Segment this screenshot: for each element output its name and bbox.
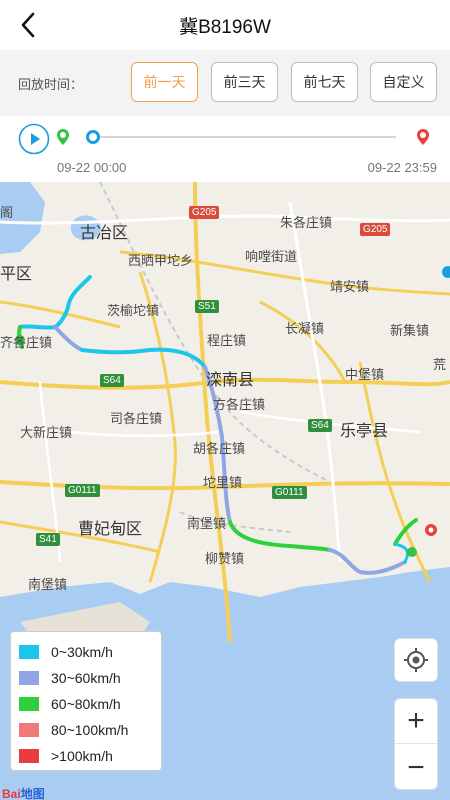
locate-button[interactable]	[394, 638, 438, 682]
place-label: 大新庄镇	[20, 425, 73, 440]
place-label: 南堡镇	[187, 516, 227, 531]
logo-suffix: 地图	[20, 787, 45, 800]
road-shield: S51	[195, 300, 219, 313]
road-shield: S41	[36, 533, 60, 546]
play-icon	[18, 123, 50, 155]
zoom-controls: + −	[394, 698, 438, 790]
place-label: 响嘡街道	[245, 249, 298, 264]
legend-label: 60~80km/h	[51, 696, 121, 712]
place-label: 西晒甲坨乡	[128, 253, 194, 268]
playback-range-bar: 回放时间： 前一天 前三天 前七天 自定义	[0, 50, 450, 116]
place-label: 平区	[0, 266, 33, 283]
end-pin	[416, 128, 430, 146]
place-label: 坨里镇	[203, 475, 243, 490]
place-label: 茨榆坨镇	[107, 303, 160, 318]
place-label: 齐各庄镇	[0, 335, 53, 350]
legend-label: >100km/h	[51, 748, 113, 764]
legend-label: 80~100km/h	[51, 722, 129, 738]
legend-swatch	[19, 671, 39, 685]
legend-item: 80~100km/h	[19, 717, 161, 743]
legend-label: 0~30km/h	[51, 644, 113, 660]
end-time: 09-22 23:59	[367, 160, 437, 175]
place-label: 阁	[0, 205, 14, 220]
place-label: 新集镇	[390, 323, 430, 338]
nav-header: 冀B8196W	[0, 0, 450, 50]
map-view[interactable]: 古冶区 西晒甲坨乡 朱各庄镇 响嘡街道 平区 靖安镇 茨榆坨镇 长凝镇 新集镇 …	[0, 182, 450, 800]
zoom-out-label: −	[407, 750, 425, 784]
road-shield: S64	[100, 374, 124, 387]
road-shield: G205	[360, 223, 391, 236]
place-label: 柳赞镇	[205, 551, 245, 566]
range-option-1day[interactable]: 前一天	[131, 62, 198, 102]
locate-icon	[404, 648, 428, 672]
start-pin-icon	[57, 129, 69, 145]
legend-item: 60~80km/h	[19, 691, 161, 717]
place-label: 朱各庄镇	[280, 215, 333, 230]
timeline-thumb[interactable]	[86, 130, 100, 144]
place-label: 荒	[433, 357, 447, 372]
road-shield: G0111	[272, 486, 307, 499]
legend-swatch	[19, 723, 39, 737]
place-label: 方各庄镇	[213, 397, 266, 412]
place-label: 司各庄镇	[110, 411, 163, 426]
page-title: 冀B8196W	[179, 17, 271, 38]
place-label: 古冶区	[80, 225, 129, 242]
range-option-3days[interactable]: 前三天	[211, 62, 278, 102]
logo-brand: Bai	[2, 787, 21, 800]
end-pin-icon	[417, 129, 429, 145]
place-label: 南堡镇	[28, 577, 68, 592]
range-label: 回放时间：	[18, 77, 84, 92]
baidu-logo: Bai地图	[2, 785, 45, 800]
place-label: 曹妃甸区	[78, 521, 143, 538]
play-button[interactable]	[18, 123, 50, 155]
place-label: 靖安镇	[330, 279, 370, 294]
zoom-in-button[interactable]: +	[395, 699, 437, 744]
zoom-out-button[interactable]: −	[395, 745, 437, 790]
legend-swatch	[19, 749, 39, 763]
place-label: 胡各庄镇	[193, 441, 246, 456]
range-option-custom[interactable]: 自定义	[370, 62, 437, 102]
road-shield: G0111	[65, 484, 100, 497]
place-label: 长凝镇	[285, 321, 325, 336]
place-label: 程庄镇	[207, 333, 247, 348]
legend-item: 30~60km/h	[19, 665, 161, 691]
legend-item: >100km/h	[19, 743, 161, 769]
playback-timeline: 09-22 00:00 09-22 23:59	[0, 116, 450, 182]
place-label: 中堡镇	[345, 367, 385, 382]
speed-legend: 0~30km/h 30~60km/h 60~80km/h 80~100km/h …	[10, 631, 162, 771]
road-shield: S64	[308, 419, 332, 432]
place-label: 滦南县	[206, 372, 255, 389]
zoom-in-label: +	[407, 704, 425, 737]
start-time: 09-22 00:00	[57, 160, 127, 175]
place-label: 乐亭县	[340, 423, 389, 440]
start-pin	[56, 128, 70, 146]
range-option-7days[interactable]: 前七天	[291, 62, 358, 102]
road-shield: G205	[189, 206, 220, 219]
legend-swatch	[19, 645, 39, 659]
legend-label: 30~60km/h	[51, 670, 121, 686]
timeline-track[interactable]	[92, 136, 396, 138]
legend-swatch	[19, 697, 39, 711]
legend-item: 0~30km/h	[19, 639, 161, 665]
